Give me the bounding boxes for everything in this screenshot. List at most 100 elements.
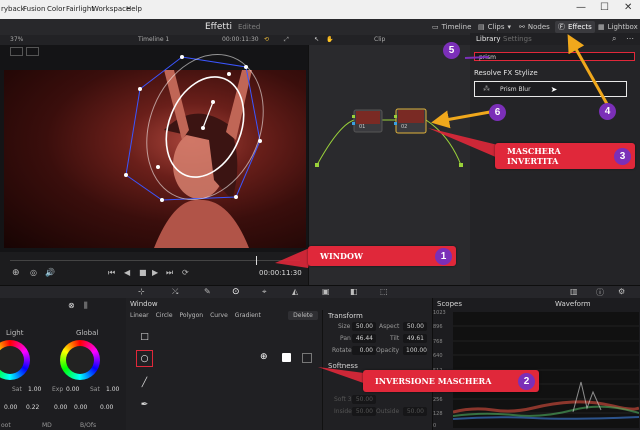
key-icon[interactable]: ◧	[350, 287, 358, 296]
square-window-button[interactable]: □	[136, 328, 153, 345]
step-back-icon[interactable]: ◀	[124, 268, 130, 277]
mask-mode-button[interactable]	[282, 353, 291, 362]
lightbox-toggle-button[interactable]: ▦ Lightbox	[598, 21, 638, 33]
delete-mask-button[interactable]	[302, 353, 312, 363]
soft3-field[interactable]: 50.00	[352, 395, 376, 404]
global-label: Global	[76, 329, 99, 337]
stop-icon[interactable]: ■	[139, 268, 147, 277]
zoom-dropdown[interactable]: 37%	[10, 36, 23, 43]
menu-fusion[interactable]: Fusion	[23, 5, 45, 13]
opacity-field[interactable]: 100.00	[403, 346, 427, 355]
menu-playback[interactable]: ryback	[1, 5, 25, 13]
qualifier-icon[interactable]: ✎	[204, 287, 211, 296]
pan-field[interactable]: 46.44	[352, 334, 376, 343]
size-field[interactable]: 50.00	[352, 322, 376, 331]
library-search-input[interactable]: prism	[474, 52, 635, 61]
loop-playback-icon[interactable]: ⟳	[182, 268, 189, 277]
loop-icon[interactable]: ⟲	[264, 36, 269, 43]
md-label: MD	[42, 422, 52, 429]
timeline-selector[interactable]: Timeline 1	[138, 36, 169, 43]
hand-icon[interactable]: ✋	[326, 36, 333, 43]
badge-1: 1	[435, 247, 452, 265]
curves-tool-icon[interactable]: ⤯	[172, 287, 178, 297]
badge-4: 4	[599, 103, 616, 120]
sizing-icon[interactable]: ⬚	[380, 287, 388, 296]
bars-icon[interactable]: ⫼	[84, 301, 88, 311]
search-icon[interactable]: ⌕	[612, 34, 616, 44]
gradient-tool[interactable]: Gradient	[235, 312, 261, 322]
eye-icon[interactable]: ◎	[30, 268, 37, 277]
pointer-icon[interactable]: ↖	[314, 36, 319, 43]
aspect-label: Aspect	[379, 323, 400, 330]
play-icon[interactable]: ▶	[152, 268, 158, 277]
timeline-icon: ▭	[432, 23, 439, 31]
scope-mode-dropdown[interactable]: Waveform	[555, 300, 591, 308]
magic-mask-icon[interactable]: ◭	[292, 287, 298, 296]
pen-window-button[interactable]: ✒	[136, 396, 153, 413]
timecode-display: 00:00:11:30	[222, 36, 259, 43]
power-window-overlay[interactable]	[0, 45, 308, 255]
outside-field[interactable]: 50.00	[403, 407, 427, 416]
tilt-field[interactable]: 49.61	[403, 334, 427, 343]
section-title: Resolve FX Stylize	[474, 69, 538, 77]
minimize-button[interactable]: —	[576, 2, 586, 13]
crosshair-icon[interactable]: ⊕	[12, 268, 20, 278]
settings-icon[interactable]: ⚙	[618, 287, 625, 296]
wheels-mode-icon[interactable]: ⊗	[68, 301, 75, 310]
info-icon[interactable]: ⓘ	[596, 287, 604, 298]
linear-tool[interactable]: Linear	[130, 312, 149, 322]
menu-help[interactable]: Help	[126, 5, 142, 13]
softness-title: Softness	[328, 362, 358, 370]
effects-toggle-button[interactable]: Ⓕ Effects	[555, 21, 595, 33]
tracker-icon[interactable]: ⌖	[262, 287, 267, 297]
clips-toggle-button[interactable]: ▤ Clips ▾	[478, 21, 511, 33]
inside-field[interactable]: 50.00	[352, 407, 376, 416]
wheel-value-1[interactable]: 0.00	[4, 404, 17, 411]
cursor-icon: ➤	[550, 84, 558, 94]
aspect-field[interactable]: 50.00	[403, 322, 427, 331]
exp-value[interactable]: 0.00	[66, 386, 79, 393]
maximize-button[interactable]: ☐	[600, 2, 609, 13]
line-window-button[interactable]: ╱	[136, 374, 153, 391]
prism-blur-effect[interactable]: ⁂ Prism Blur ➤	[474, 81, 627, 97]
polygon-tool[interactable]: Polygon	[180, 312, 204, 322]
sat-value-1[interactable]: 1.00	[28, 386, 41, 393]
cursor-tool-icon[interactable]: ⊹	[138, 287, 145, 296]
transform-title: Transform	[328, 312, 363, 320]
viewer-timecode: 00:00:11:30	[259, 269, 302, 277]
timeline-toggle-button[interactable]: ▭ Timeline	[432, 21, 471, 33]
fullscreen-icon[interactable]: ⤢	[284, 36, 289, 44]
window-tool-icon[interactable]: ⊙	[232, 287, 240, 297]
sat-value-2[interactable]: 1.00	[106, 386, 119, 393]
circle-tool[interactable]: Circle	[156, 312, 173, 322]
menu-fairlight[interactable]: Fairlight	[66, 5, 94, 13]
wheel-value-2[interactable]: 0.22	[26, 404, 39, 411]
skip-start-icon[interactable]: ⏮	[108, 268, 115, 278]
wheel-value-5[interactable]: 0.00	[100, 404, 113, 411]
rotate-label: Rotate	[332, 347, 352, 354]
menu-color[interactable]: Color	[47, 5, 65, 13]
delete-window-button[interactable]: Delete	[288, 311, 318, 320]
scope-icon[interactable]: ▥	[570, 287, 578, 296]
circle-window-button[interactable]: ○	[136, 350, 153, 367]
tab-library[interactable]: Library	[476, 35, 500, 43]
pan-label: Pan	[340, 335, 351, 342]
skip-end-icon[interactable]: ⏭	[166, 268, 173, 278]
tab-settings[interactable]: Settings	[503, 35, 532, 43]
blur-icon[interactable]: ▣	[322, 287, 330, 296]
invert-icon[interactable]: ⊕	[260, 352, 268, 362]
playhead[interactable]	[256, 256, 257, 265]
more-options-icon[interactable]: ⋯	[626, 34, 634, 43]
wheel-value-4[interactable]: 0.00	[74, 404, 87, 411]
menu-workspace[interactable]: Workspace	[92, 5, 130, 13]
effects-icon: Ⓕ	[558, 23, 565, 31]
rotate-field[interactable]: 0.00	[352, 346, 376, 355]
nodes-toggle-button[interactable]: ⚯ Nodes	[519, 21, 550, 33]
bofs-label: B/Ofs	[80, 422, 97, 429]
wheel-value-3[interactable]: 0.00	[54, 404, 67, 411]
size-label: Size	[338, 323, 351, 330]
speaker-icon[interactable]: 🔊	[45, 268, 55, 277]
curve-tool[interactable]: Curve	[210, 312, 228, 322]
clip-dropdown[interactable]: Clip	[374, 36, 385, 43]
close-window-button[interactable]: ✕	[624, 2, 632, 13]
